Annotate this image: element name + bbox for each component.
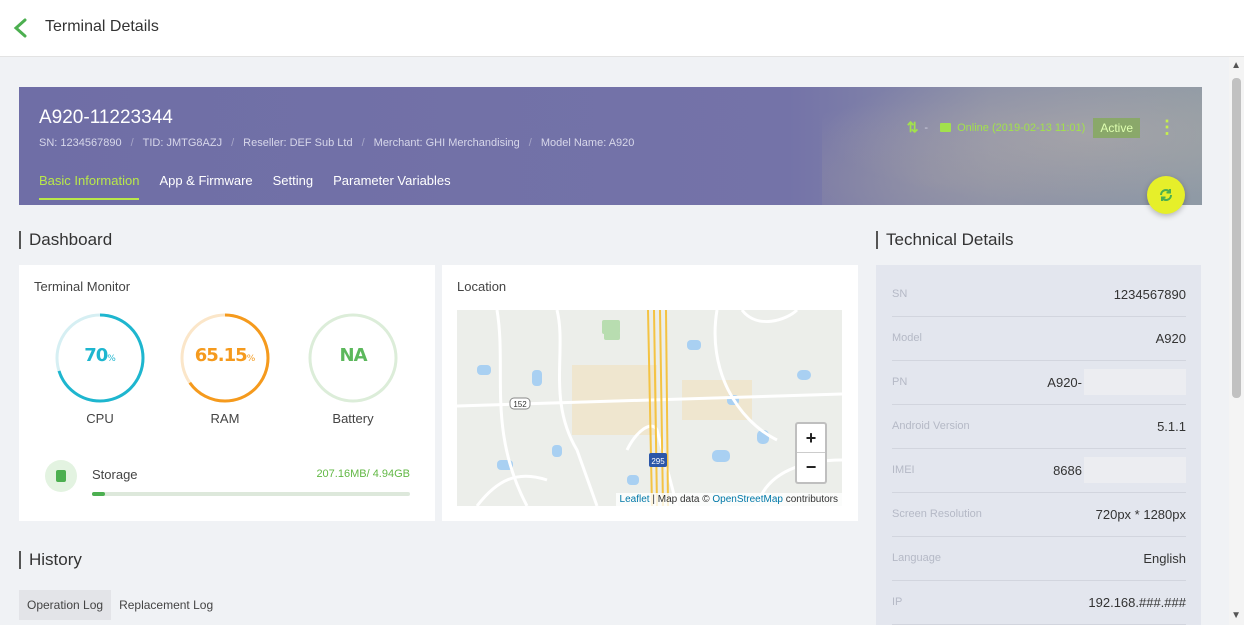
storage-label: Storage [92, 467, 138, 482]
tech-label: PN [892, 376, 908, 388]
zoom-in-button[interactable]: + [797, 424, 825, 453]
storage-progress-track [92, 492, 410, 496]
page-title: Terminal Details [45, 18, 159, 35]
attribution-suffix: contributors [782, 494, 838, 505]
tab-basic-information[interactable]: Basic Information [39, 173, 140, 200]
scrollbar-thumb[interactable] [1232, 78, 1241, 398]
leaflet-link[interactable]: Leaflet [620, 494, 650, 505]
meta-merchant: Merchant: GHI Merchandising [373, 137, 520, 149]
terminal-name: A920-11223344 [39, 107, 173, 128]
chevron-left-icon[interactable] [10, 16, 32, 40]
tech-label: Language [892, 552, 941, 564]
terminal-banner: A920-11223344 SN: 1234567890 / TID: JMTG… [19, 87, 1202, 205]
tech-row-android-version: Android Version 5.1.1 [892, 405, 1186, 449]
tech-row-model: Model A920 [892, 317, 1186, 361]
redacted-block [1084, 369, 1186, 395]
tech-row-screen-resolution: Screen Resolution 720px * 1280px [892, 493, 1186, 537]
tab-setting[interactable]: Setting [273, 173, 313, 200]
map-tiles: 152 295 [457, 310, 842, 506]
meta-sn: SN: 1234567890 [39, 137, 122, 149]
redacted-block [1084, 457, 1186, 483]
more-vertical-icon[interactable]: ⋮ [1158, 117, 1176, 138]
location-title: Location [457, 279, 507, 294]
openstreetmap-link[interactable]: OpenStreetMap [712, 494, 783, 505]
status-area: ⇅ - Online (2019-02-13 11:01) Active ⋮ [907, 117, 1176, 138]
banner-background-photo [822, 87, 1202, 205]
battery-label: Battery [332, 411, 374, 426]
ram-value: 65.15% [194, 345, 256, 366]
scroll-down-arrow[interactable]: ▼ [1231, 610, 1241, 621]
tech-value: 1234567890 [1113, 287, 1186, 302]
tab-app-firmware[interactable]: App & Firmware [159, 173, 252, 200]
technical-details-panel: SN 1234567890 Model A920 PN A920- Androi… [876, 265, 1201, 625]
tab-operation-log[interactable]: Operation Log [19, 590, 112, 620]
tech-row-pn: PN A920- [892, 361, 1186, 405]
status-badge: Active [1093, 117, 1140, 138]
tech-value: 8686 [1053, 463, 1082, 478]
tech-label: Screen Resolution [892, 508, 982, 520]
terminal-tabs: Basic Information App & Firmware Setting… [39, 173, 471, 200]
sync-icon [1160, 189, 1172, 201]
online-status: Online (2019-02-13 11:01) [957, 121, 1086, 134]
transfer-arrows-icon: ⇅ [906, 119, 919, 135]
dashboard-title: Dashboard [19, 231, 112, 249]
storage-value: 207.16MB/ 4.94GB [316, 468, 410, 480]
storage-icon [45, 460, 77, 492]
tech-value: A920- [1047, 375, 1082, 390]
tech-label: IP [892, 596, 903, 608]
tech-value: 5.1.1 [1157, 419, 1186, 434]
history-title: History [19, 551, 82, 569]
map-attribution: Leaflet | Map data © OpenStreetMap contr… [615, 493, 842, 506]
attribution-text: | Map data © [649, 494, 713, 505]
cpu-label: CPU [86, 411, 114, 426]
history-tabs: Operation Log Replacement Log [19, 590, 221, 620]
scroll-up-arrow[interactable]: ▲ [1231, 60, 1241, 71]
meta-model-name: Model Name: A920 [540, 137, 635, 149]
tech-row-ip: IP 192.168.###.### [892, 581, 1186, 625]
monitor-icon [940, 123, 952, 132]
tab-replacement-log[interactable]: Replacement Log [111, 590, 221, 620]
status-dash: - [924, 121, 929, 134]
tech-row-language: Language English [892, 537, 1186, 581]
tech-label: SN [892, 288, 908, 300]
sync-button[interactable] [1147, 176, 1185, 214]
terminal-monitor-card: Terminal Monitor 70% CPU 65.15% RAM NA B… [19, 265, 435, 521]
tech-label: Model [892, 332, 922, 344]
zoom-out-button[interactable]: − [797, 453, 825, 482]
terminal-monitor-title: Terminal Monitor [34, 279, 131, 294]
map-zoom-control: + − [795, 422, 827, 484]
tech-row-imei: IMEI 8686 [892, 449, 1186, 493]
technical-details-title: Technical Details [876, 231, 1014, 249]
route-295-label: 295 [651, 457, 665, 466]
tech-value: 192.168.###.### [1088, 595, 1186, 610]
location-map[interactable]: 152 295 + − Leaflet | Map data © OpenStr… [457, 310, 842, 506]
terminal-meta: SN: 1234567890 / TID: JMTG8AZJ / Reselle… [39, 137, 635, 149]
tech-label: IMEI [892, 464, 915, 476]
route-152-label: 152 [513, 400, 527, 409]
tab-parameter-variables[interactable]: Parameter Variables [333, 173, 451, 200]
top-bar: Terminal Details [0, 0, 1244, 57]
battery-value: NA [339, 345, 368, 366]
tech-value: 720px * 1280px [1095, 507, 1186, 522]
cpu-value: 70% [84, 345, 116, 366]
meta-tid: TID: JMTG8AZJ [142, 137, 223, 149]
tech-label: Android Version [892, 420, 970, 432]
meta-reseller: Reseller: DEF Sub Ltd [243, 137, 353, 149]
tech-value: A920 [1155, 331, 1186, 346]
ram-label: RAM [210, 411, 240, 426]
tech-value: English [1143, 551, 1186, 566]
storage-progress-fill [92, 492, 105, 496]
location-card: Location 152 295 + − Leaflet | Map data … [442, 265, 858, 521]
tech-row-sn: SN 1234567890 [892, 273, 1186, 317]
